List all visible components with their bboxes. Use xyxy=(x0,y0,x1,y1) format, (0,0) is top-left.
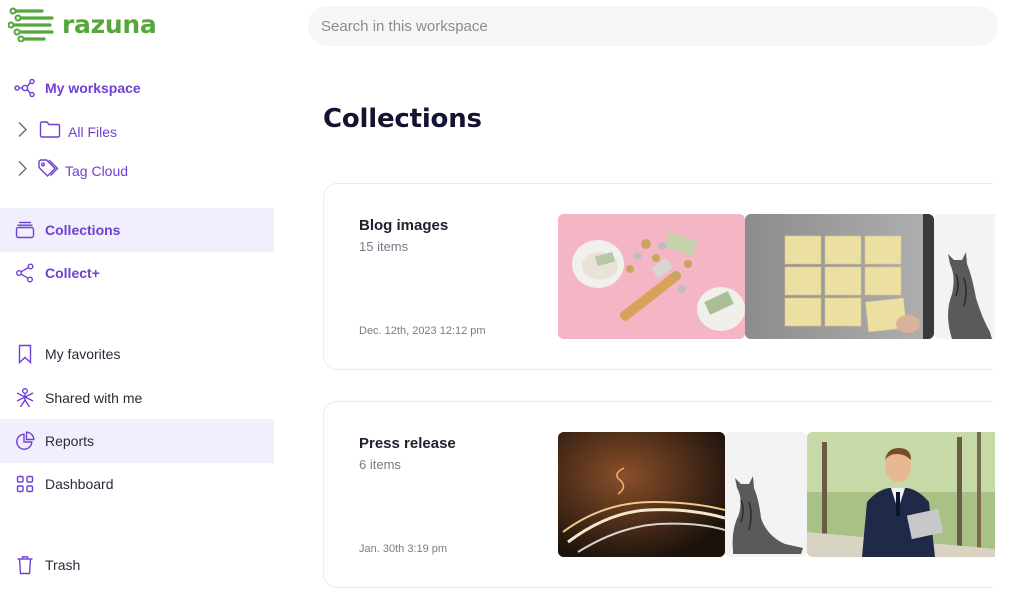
pie-chart-icon xyxy=(14,430,36,452)
collection-date: Dec. 12th, 2023 12:12 pm xyxy=(359,325,486,337)
tree-item-all-files[interactable]: All Files xyxy=(0,110,274,154)
sidebar-item-label: Reports xyxy=(45,433,95,449)
thumbnail-cat[interactable] xyxy=(725,432,807,557)
sidebar-item-label: My favorites xyxy=(45,346,121,362)
thumbnail-businessman[interactable] xyxy=(807,432,995,557)
sidebar-item-trash[interactable]: Trash xyxy=(0,543,274,587)
chevron-right-icon[interactable] xyxy=(14,160,30,183)
bookmark-icon xyxy=(14,343,36,365)
thumbnail-coins-piggy-bank[interactable] xyxy=(558,214,745,339)
sidebar-item-label: Collect+ xyxy=(45,265,100,281)
sidebar-item-collect-plus[interactable]: Collect+ xyxy=(0,251,274,295)
thumbnail-light-trails[interactable] xyxy=(558,432,725,557)
collection-thumbnails xyxy=(558,214,995,339)
sidebar-item-dashboard[interactable]: Dashboard xyxy=(0,462,274,506)
page-title: Collections xyxy=(323,104,482,134)
tag-icon xyxy=(37,159,59,184)
sidebar-item-label: Dashboard xyxy=(45,476,114,492)
collection-name: Blog images xyxy=(359,217,449,234)
tree-item-label: Tag Cloud xyxy=(65,163,129,179)
collection-card-blog-images[interactable]: Blog images 15 items Dec. 12th, 2023 12:… xyxy=(323,183,995,370)
sidebar-item-label: Trash xyxy=(45,557,81,573)
sidebar-item-label: My workspace xyxy=(45,80,141,96)
search-bar[interactable]: Search in this workspace xyxy=(308,6,998,46)
collection-name: Press release xyxy=(359,435,456,452)
collection-item-count: 15 items xyxy=(359,239,409,254)
sidebar-item-label: Collections xyxy=(45,222,121,238)
collection-date: Jan. 30th 3:19 pm xyxy=(359,543,448,555)
grid-icon xyxy=(14,473,36,495)
tree-item-tag-cloud[interactable]: Tag Cloud xyxy=(0,149,274,193)
workspace-network-icon xyxy=(14,77,36,99)
thumbnail-cat[interactable] xyxy=(934,214,995,339)
sidebar-item-label: Shared with me xyxy=(45,390,143,406)
sidebar-item-shared-with-me[interactable]: Shared with me xyxy=(0,376,274,420)
folder-icon xyxy=(39,121,61,144)
thumbnail-sticky-notes[interactable] xyxy=(745,214,934,339)
share-nodes-icon xyxy=(14,262,36,284)
trash-icon xyxy=(14,554,36,576)
search-input[interactable]: Search in this workspace xyxy=(321,18,488,35)
shared-person-icon xyxy=(14,387,36,409)
collection-card-press-release[interactable]: Press release 6 items Jan. 30th 3:19 pm xyxy=(323,401,995,588)
chevron-right-icon[interactable] xyxy=(14,121,30,144)
tree-item-label: All Files xyxy=(68,124,118,140)
collection-item-count: 6 items xyxy=(359,457,401,472)
sidebar-item-collections[interactable]: Collections xyxy=(0,208,274,252)
sidebar-item-reports[interactable]: Reports xyxy=(0,419,274,463)
collection-thumbnails xyxy=(558,432,995,557)
sidebar-item-my-favorites[interactable]: My favorites xyxy=(0,332,274,376)
sidebar-item-my-workspace[interactable]: My workspace xyxy=(0,66,274,110)
collections-icon xyxy=(14,219,36,241)
sidebar: My workspace All Files Tag Cloud Collect… xyxy=(0,0,274,608)
